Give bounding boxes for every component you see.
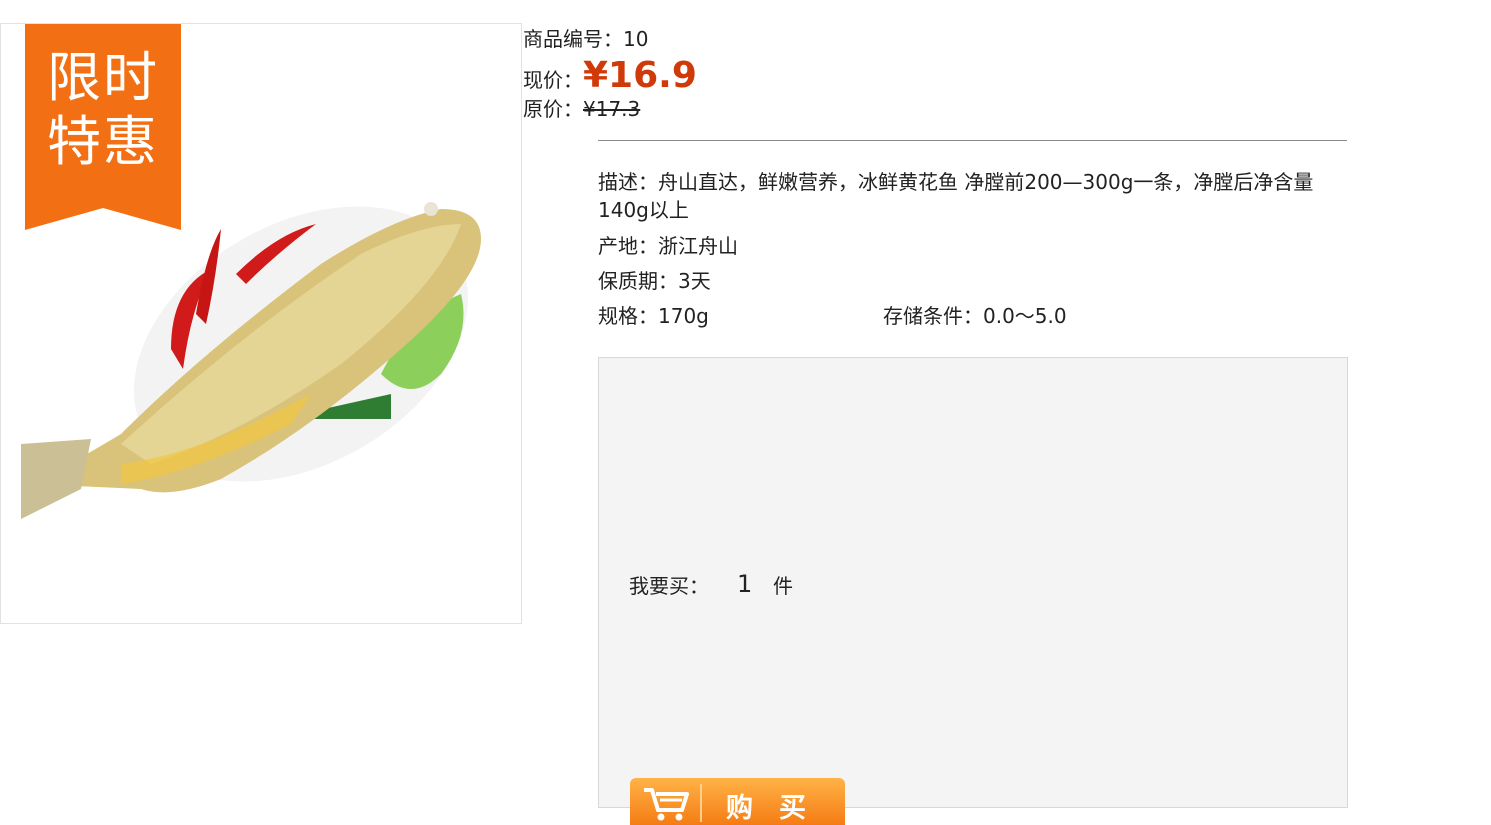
quantity-unit: 件 <box>773 574 793 598</box>
product-spec: 规格：170g <box>598 304 709 328</box>
buy-button-label: 购买 <box>726 793 832 824</box>
purchase-panel: 我要买： 1 件 <box>598 357 1348 808</box>
product-code-label: 商品编号： <box>523 27 623 51</box>
quantity-value[interactable]: 1 <box>737 570 752 598</box>
buy-button[interactable]: 购买 <box>630 778 845 825</box>
product-summary: 商品编号：10 现价：¥16.9 原价：¥17.3 <box>523 26 697 122</box>
original-price-label: 原价： <box>523 97 583 121</box>
product-page: 限时特惠 商品编号：10 现价：¥16.9 原价：¥17.3 描述：舟山直达，鲜… <box>0 0 1491 825</box>
buy-button-separator <box>700 784 702 822</box>
product-description: 描述：舟山直达，鲜嫩营养，冰鲜黄花鱼 净膛前200—300g一条，净膛后净含量1… <box>598 170 1314 222</box>
product-origin: 产地：浙江舟山 <box>598 234 738 258</box>
current-price-label: 现价： <box>523 68 583 92</box>
original-price-value: ¥17.3 <box>583 97 641 121</box>
cart-icon <box>644 788 689 821</box>
current-price-value: ¥16.9 <box>583 55 697 96</box>
spec-row: 规格：170g 存储条件：0.0～5.0 <box>598 303 1338 329</box>
quantity-label: 我要买： <box>629 574 709 598</box>
product-code-value: 10 <box>623 27 649 51</box>
divider <box>598 140 1347 141</box>
promo-ribbon-tail <box>25 208 181 230</box>
promo-badge-text: 限时特惠 <box>47 46 159 173</box>
product-shelf-life: 保质期：3天 <box>598 269 711 293</box>
product-details: 描述：舟山直达，鲜嫩营养，冰鲜黄花鱼 净膛前200—300g一条，净膛后净含量1… <box>598 168 1338 329</box>
product-storage: 存储条件：0.0～5.0 <box>883 304 1067 328</box>
current-price-row: 现价：¥16.9 <box>523 56 697 96</box>
product-image-panel: 限时特惠 <box>0 23 522 624</box>
original-price-row: 原价：¥17.3 <box>523 96 697 122</box>
product-code-row: 商品编号：10 <box>523 26 697 52</box>
